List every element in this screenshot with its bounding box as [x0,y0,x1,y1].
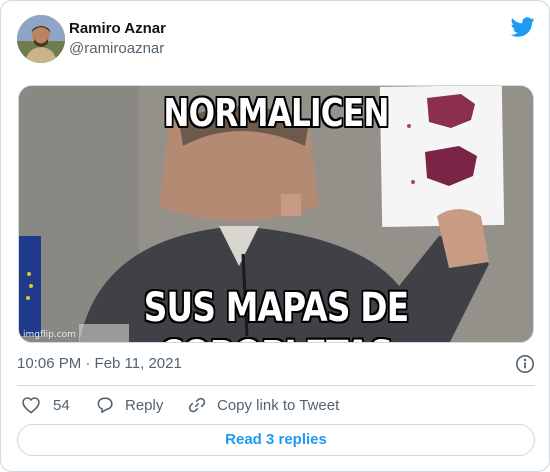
speech-bubble-icon [97,397,113,413]
info-icon[interactable] [515,354,535,374]
link-icon [188,397,206,413]
avatar[interactable] [17,15,65,63]
reply-label: Reply [125,396,164,414]
heart-icon [22,397,40,414]
like-button[interactable]: 54 [21,393,70,417]
tweet-media-image[interactable]: NORMALICEN SUS MAPAS DE COROPLETAS imgfl… [18,85,534,343]
meme-bottom-caption: SUS MAPAS DE COROPLETAS [143,285,409,342]
timestamp-row: 10:06 PM · Feb 11, 2021 [17,354,535,374]
tweet-timestamp[interactable]: 10:06 PM · Feb 11, 2021 [17,355,182,372]
twitter-bird-icon[interactable] [510,15,535,39]
reply-button[interactable]: Reply [95,393,163,417]
copy-link-label: Copy link to Tweet [217,396,340,414]
read-replies-button[interactable]: Read 3 replies [17,424,535,456]
tweet-card: Ramiro Aznar @ramiroaznar NORMALICEN SUS… [0,0,550,472]
tweet-actions: 54 Reply Copy link to Tweet [17,393,535,417]
author-handle[interactable]: @ramiroaznar [69,39,166,59]
divider [17,385,535,386]
like-count: 54 [53,396,70,414]
author-display-name[interactable]: Ramiro Aznar [69,19,166,39]
tweet-header: Ramiro Aznar @ramiroaznar [17,15,535,63]
media-watermark: imgflip.com [23,330,76,340]
author-block: Ramiro Aznar @ramiroaznar [69,19,166,59]
copy-link-button[interactable]: Copy link to Tweet [187,393,339,417]
meme-top-caption: NORMALICEN [163,91,389,135]
